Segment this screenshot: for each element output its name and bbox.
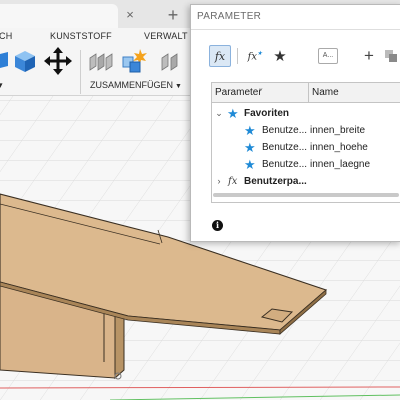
ribbon-tab-flaeche[interactable]: CH [0,31,12,41]
fx-favorite-button[interactable]: fx★ [247,45,263,67]
fx-icon: fx [228,176,238,187]
column-header-parameter[interactable]: Parameter ⌄ [212,83,309,103]
table-row[interactable]: ★ Benutze... innen_breite [212,122,400,139]
scrollbar-thumb[interactable] [213,193,399,197]
text-parameter-button[interactable]: A... [317,45,339,67]
expand-chevron-icon[interactable]: › [214,173,224,190]
star-icon[interactable]: ★ [244,139,258,156]
parameter-table: Parameter ⌄ Name ⌄ ★ Favoriten ★ Benutze… [211,82,400,203]
move-tool-icon[interactable] [44,47,72,75]
rigid-group-icon[interactable] [158,50,184,74]
table-row[interactable]: ★ Benutze... innen_hoehe [212,139,400,156]
parameter-dialog: PARAMETER fx fx★ ★ A... + Parameter ⌄ Na… [190,4,400,242]
ribbon-tab-kunststoff[interactable]: KUNSTSTOFF [50,31,112,41]
copy-icon [385,50,397,62]
dialog-header-divider [191,29,400,30]
sort-indicator-icon[interactable]: ⌄ [258,83,264,99]
ribbon-separator [80,50,81,94]
new-tab-button[interactable]: + [164,6,182,24]
ribbon-tab-verwalten[interactable]: VERWALT [144,31,188,41]
group-row-benutzerparameter[interactable]: › fx Benutzerpa... [212,173,400,190]
parameter-name-cell: innen_hoehe [310,142,368,153]
star-icon[interactable]: ★ [244,156,258,173]
close-tab-button[interactable]: × [122,7,138,23]
as-built-joint-icon[interactable] [120,47,150,75]
ribbon-group-zusammenfuegen[interactable]: ZUSAMMENFÜGEN ▼ [90,80,182,90]
parameter-type-cell: Benutze... [262,125,308,136]
add-parameter-button[interactable]: + [361,45,377,67]
star-icon[interactable]: ★ [244,122,258,139]
fx-star-icon: fx★ [247,49,263,63]
column-header-name[interactable]: Name [309,83,400,103]
star-icon: ★ [273,48,287,65]
parameter-name-cell: innen_laegne [310,159,371,170]
extrude-tool-icon[interactable] [0,50,10,70]
horizontal-scrollbar[interactable] [211,191,400,199]
plus-icon: + [364,46,374,65]
group-row-favoriten[interactable]: ⌄ ★ Favoriten [212,105,400,122]
table-header: Parameter ⌄ Name [212,83,400,103]
document-tab[interactable] [0,4,118,28]
table-row[interactable]: ★ Benutze... innen_laegne [212,156,400,173]
parameter-name-cell: innen_breite [310,125,366,136]
copy-parameter-button[interactable] [383,45,399,67]
star-icon: ★ [227,106,239,121]
dialog-title: PARAMETER [197,11,262,22]
info-icon[interactable]: i [212,220,223,231]
collapse-chevron-icon[interactable]: ⌄ [214,105,224,122]
fx-parameter-button[interactable]: fx [209,45,231,67]
text-field-icon: A... [318,48,338,64]
parameter-type-cell: Benutze... [262,142,308,153]
toolbar-separator [237,48,238,64]
ribbon-dropdown-caret[interactable]: ▾ [0,80,3,91]
favorite-filter-button[interactable]: ★ [271,45,289,67]
parameter-type-cell: Benutze... [262,159,308,170]
joint-tool-icon[interactable] [88,50,114,74]
box-tool-icon[interactable] [12,48,38,74]
fx-icon: fx [214,49,226,63]
